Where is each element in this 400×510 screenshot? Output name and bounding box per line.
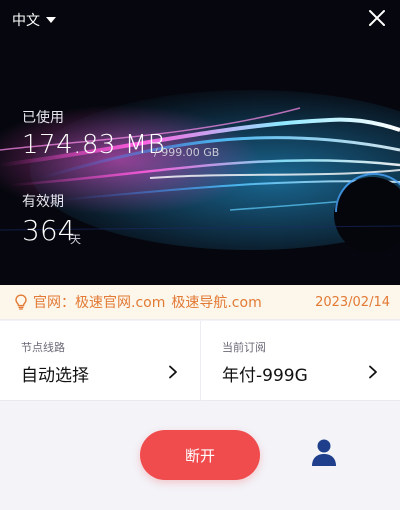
validity-unit: 天 — [70, 233, 81, 246]
plan-title: 当前订阅 — [222, 341, 266, 354]
official-link-1[interactable]: 极速官网.com — [75, 292, 165, 312]
hero-banner: 中文 已使用 174.83 MB / 999.00 GB 有效期 364 天 — [0, 0, 400, 285]
user-icon[interactable] — [311, 438, 337, 468]
close-icon[interactable] — [368, 9, 386, 27]
route-value: 自动选择 — [21, 366, 89, 386]
route-title: 节点线路 — [21, 341, 65, 354]
total-quota: / 999.00 GB — [154, 146, 220, 159]
validity-label: 有效期 — [22, 194, 64, 210]
chevron-right-icon — [169, 365, 177, 379]
language-label: 中文 — [12, 13, 40, 29]
notice-prefix: 官网： — [33, 295, 75, 311]
notice-date: 2023/02/14 — [315, 294, 390, 310]
validity-value: 364 — [22, 214, 76, 247]
plan-value: 年付-999G — [222, 366, 308, 386]
used-label: 已使用 — [22, 110, 64, 126]
info-cards: 节点线路 自动选择 当前订阅 年付-999G — [0, 321, 400, 401]
caret-down-icon — [46, 17, 56, 23]
official-link-2[interactable]: 极速导航.com — [171, 292, 261, 312]
language-selector[interactable]: 中文 — [12, 10, 56, 30]
used-value: 174.83 MB — [22, 130, 166, 160]
chevron-right-icon — [369, 365, 377, 379]
route-selector-card[interactable]: 节点线路 自动选择 — [0, 321, 200, 401]
lightbulb-icon — [15, 294, 27, 310]
disconnect-button[interactable]: 断开 — [140, 430, 260, 480]
subscription-card[interactable]: 当前订阅 年付-999G — [200, 321, 400, 401]
official-site-notice: 官网： 极速官网.com 极速导航.com 2023/02/14 — [0, 285, 400, 320]
